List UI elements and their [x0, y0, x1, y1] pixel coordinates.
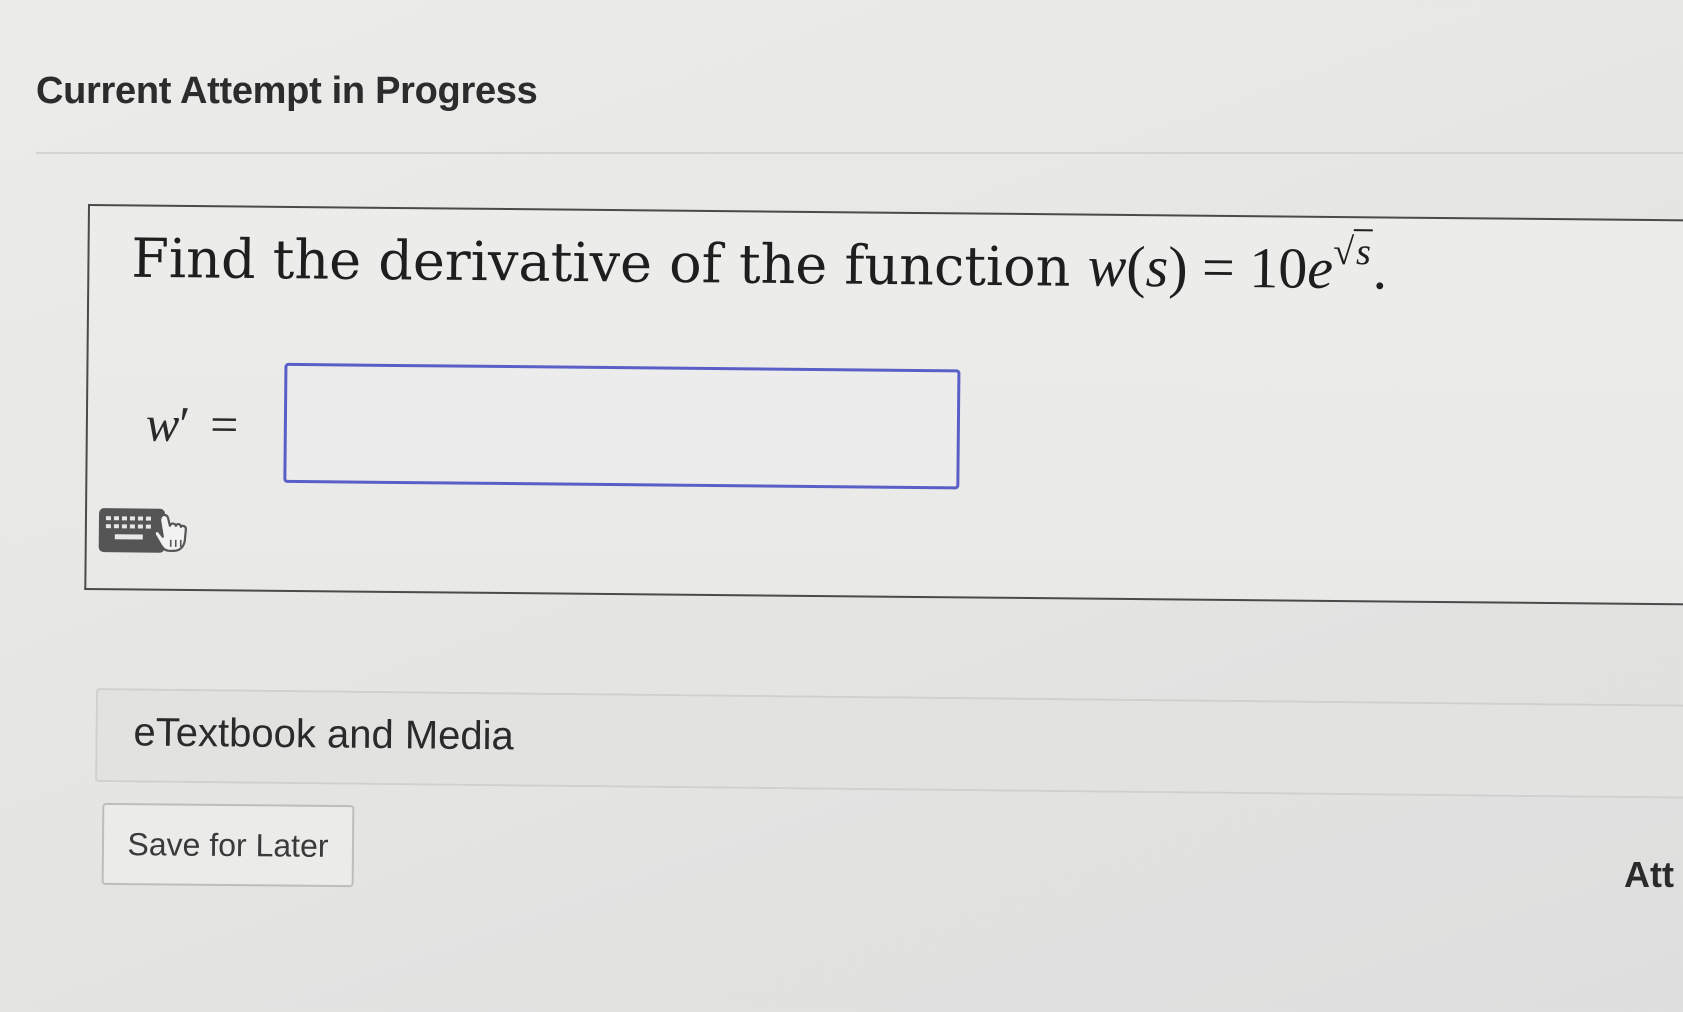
- question-prompt: Find the derivative of the function w(s)…: [131, 222, 1387, 302]
- keyboard-icon: [98, 508, 187, 553]
- function-radicand: s: [1353, 229, 1374, 274]
- answer-prime: ′: [178, 395, 191, 452]
- function-expression: w(s) = 10e√s.: [1087, 229, 1388, 302]
- question-panel: Find the derivative of the function w(s)…: [84, 204, 1683, 606]
- answer-label: w′ =: [146, 395, 239, 454]
- heading-divider: [36, 152, 1683, 154]
- function-argument: s: [1145, 234, 1169, 300]
- page-title: Current Attempt in Progress: [36, 70, 538, 112]
- function-base: e: [1306, 236, 1334, 302]
- function-period: .: [1372, 236, 1388, 302]
- math-keyboard-button[interactable]: [97, 506, 197, 555]
- question-prompt-text: Find the derivative of the function: [131, 226, 1088, 299]
- etextbook-media-panel[interactable]: eTextbook and Media: [95, 688, 1683, 799]
- function-coefficient: 10: [1249, 235, 1308, 302]
- function-exponent: √s: [1333, 229, 1374, 274]
- function-equals: =: [1201, 235, 1236, 301]
- answer-variable: w: [145, 395, 180, 452]
- save-for-later-button[interactable]: Save for Later: [101, 802, 355, 888]
- attempts-label-fragment: Att: [1624, 854, 1674, 895]
- function-name: w: [1087, 233, 1127, 300]
- answer-input[interactable]: [283, 362, 961, 490]
- answer-equals: =: [209, 396, 239, 453]
- etextbook-media-label: eTextbook and Media: [133, 710, 515, 759]
